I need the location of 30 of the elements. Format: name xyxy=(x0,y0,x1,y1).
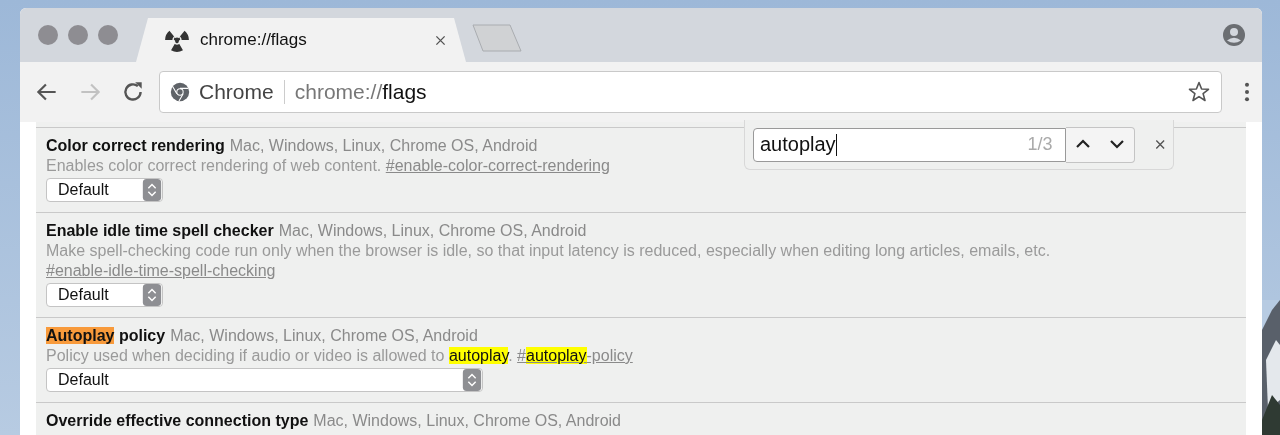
chrome-logo-icon xyxy=(170,82,190,102)
search-match: Autoplay xyxy=(46,327,115,344)
flag-name: Override effective connection type xyxy=(46,412,309,429)
flag-platforms: Mac, Windows, Linux, Chrome OS, Android xyxy=(278,222,587,239)
browser-tab[interactable]: chrome://flags xyxy=(136,18,466,62)
flag-name: Color correct rendering xyxy=(46,137,225,154)
stepper-icon xyxy=(142,284,162,306)
flag-platforms: Mac, Windows, Linux, Chrome OS, Android xyxy=(229,137,538,154)
url-text: chrome://flags xyxy=(294,80,428,104)
profile-icon[interactable] xyxy=(1222,23,1246,47)
close-icon[interactable] xyxy=(1154,139,1165,150)
select-field[interactable]: Default xyxy=(46,283,163,307)
stepper-icon xyxy=(462,369,482,391)
flag-name: Autoplay policy xyxy=(46,327,166,344)
find-field[interactable]: autoplay 1/3 xyxy=(753,127,1066,162)
select-field[interactable]: Default xyxy=(46,368,483,392)
flag-name: Enable idle time spell checker xyxy=(46,222,274,239)
address-bar[interactable]: Chrome chrome://flags xyxy=(159,71,1222,113)
close-icon[interactable] xyxy=(435,34,446,46)
flag-platforms: Mac, Windows, Linux, Chrome OS, Android xyxy=(313,412,621,429)
flag-platforms: Mac, Windows, Linux, Chrome OS, Android xyxy=(170,327,478,344)
select-field[interactable]: Default xyxy=(46,178,163,202)
match-count: 1/3 xyxy=(1027,134,1053,155)
site-label: Chrome xyxy=(199,80,274,104)
flag-description: Enables color correct rendering of web content. #enable-color-correct-rendering xyxy=(46,156,611,176)
stepper-icon xyxy=(142,179,162,201)
star-icon[interactable] xyxy=(1187,80,1211,104)
flag-description: Make spell-checking code run only when the browser is idle, so that input latency is reduced, especially when editing long articles, emails, etc. #enable-idle-time-spell-checking xyxy=(46,241,1052,281)
menu-icon[interactable] xyxy=(1244,81,1250,103)
search-match: autoplay xyxy=(526,347,587,364)
